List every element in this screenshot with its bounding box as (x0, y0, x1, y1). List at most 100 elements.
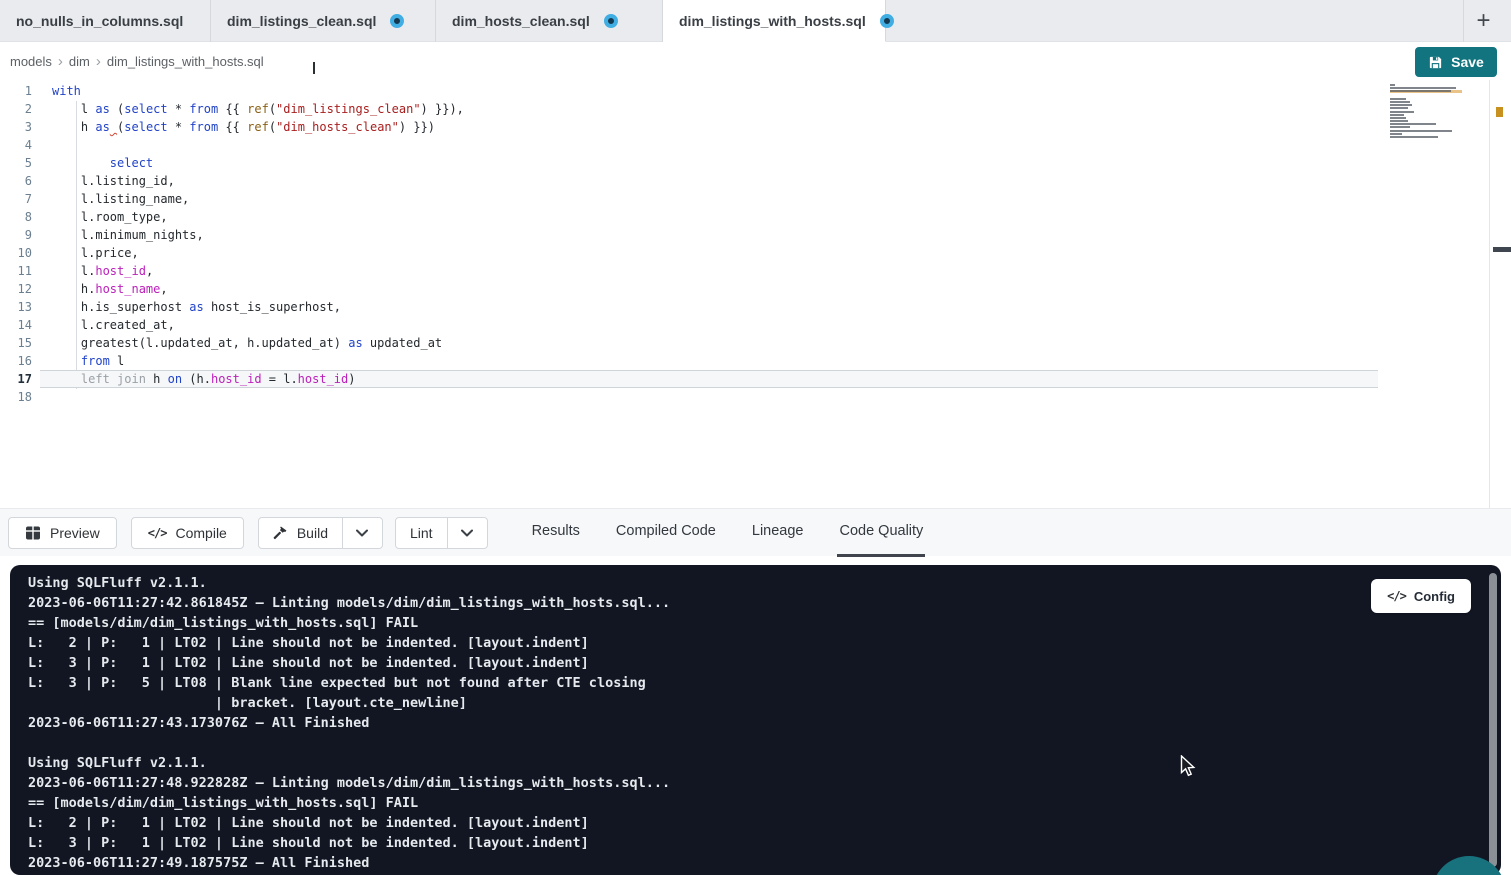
preview-button[interactable]: Preview (8, 517, 117, 549)
line-number: 3 (0, 118, 32, 136)
scroll-position-marker[interactable] (1493, 247, 1511, 252)
code-line[interactable]: select (40, 154, 1378, 172)
editor-code-lines: with l as (select * from {{ ref("dim_lis… (40, 82, 1378, 406)
breadcrumb-file[interactable]: dim_listings_with_hosts.sql (107, 54, 264, 69)
minimap-line (1390, 98, 1462, 100)
code-line[interactable]: h as (select * from {{ ref("dim_hosts_cl… (40, 118, 1378, 136)
minimap[interactable] (1390, 84, 1462, 142)
chevron-down-icon (356, 529, 368, 537)
minimap-line (1390, 101, 1462, 103)
tab-no-nulls-in-columns[interactable]: no_nulls_in_columns.sql (0, 0, 211, 42)
code-line[interactable]: l.host_id, (40, 262, 1378, 280)
breadcrumb-dim[interactable]: dim (69, 54, 90, 69)
tab-results[interactable]: Results (530, 509, 582, 557)
save-button[interactable]: Save (1415, 47, 1497, 77)
build-split-button: Build (258, 517, 383, 549)
code-line[interactable]: l as (select * from {{ ref("dim_listings… (40, 100, 1378, 118)
terminal-line: Using SQLFluff v2.1.1. (28, 573, 1501, 593)
terminal-line: L: 3 | P: 1 | LT02 | Line should not be … (28, 653, 1501, 673)
tab-label: dim_listings_with_hosts.sql (679, 13, 866, 29)
minimap-line (1390, 120, 1462, 122)
terminal-line: 2023-06-06T11:27:42.861845Z — Linting mo… (28, 593, 1501, 613)
code-line[interactable]: l.listing_id, (40, 172, 1378, 190)
code-line[interactable] (40, 388, 1378, 406)
lint-split-button: Lint (395, 517, 488, 549)
code-line[interactable] (40, 136, 1378, 154)
line-number: 2 (0, 100, 32, 118)
table-icon (25, 525, 41, 541)
chevron-right-icon: › (96, 53, 101, 70)
terminal-line: 2023-06-06T11:27:48.922828Z — Linting mo… (28, 773, 1501, 793)
line-number: 6 (0, 172, 32, 190)
tab-bar-filler (886, 0, 1511, 41)
code-line[interactable]: l.price, (40, 244, 1378, 262)
code-line[interactable]: l.listing_name, (40, 190, 1378, 208)
code-icon: </> (1387, 589, 1406, 603)
minimap-line (1390, 117, 1462, 119)
minimap-line (1390, 114, 1462, 116)
tab-compiled-code[interactable]: Compiled Code (614, 509, 718, 557)
modified-indicator-icon[interactable] (604, 14, 618, 28)
tab-results-label: Results (532, 523, 580, 539)
minimap-line (1390, 107, 1462, 109)
tab-dim-hosts-clean[interactable]: dim_hosts_clean.sql (436, 0, 663, 42)
tab-label: dim_hosts_clean.sql (452, 13, 590, 29)
code-line[interactable]: l.created_at, (40, 316, 1378, 334)
line-number: 7 (0, 190, 32, 208)
terminal-line: L: 2 | P: 1 | LT02 | Line should not be … (28, 633, 1501, 653)
breadcrumb-models[interactable]: models (10, 54, 52, 69)
tab-label: dim_listings_clean.sql (227, 13, 376, 29)
minimap-line (1390, 123, 1462, 125)
terminal-line: == [models/dim/dim_listings_with_hosts.s… (28, 793, 1501, 813)
modified-indicator-icon[interactable] (390, 14, 404, 28)
save-button-label: Save (1451, 54, 1484, 70)
code-line[interactable]: l.minimum_nights, (40, 226, 1378, 244)
new-tab-button[interactable]: + (1463, 0, 1503, 42)
terminal-line: 2023-06-06T11:27:49.187575Z — All Finish… (28, 853, 1501, 873)
code-editor[interactable]: 123456789101112131415161718 with l as (s… (0, 80, 1511, 508)
compile-button[interactable]: </> Compile (131, 517, 244, 549)
code-line[interactable]: h.host_name, (40, 280, 1378, 298)
terminal-output: Using SQLFluff v2.1.1.2023-06-06T11:27:4… (28, 573, 1501, 873)
code-line[interactable]: from l (40, 352, 1378, 370)
code-line[interactable]: with (40, 82, 1378, 100)
tab-compiled-code-label: Compiled Code (616, 523, 716, 539)
config-button[interactable]: </> Config (1371, 579, 1471, 613)
minimap-line (1390, 87, 1462, 89)
floppy-disk-icon (1428, 55, 1443, 70)
line-number: 18 (0, 388, 32, 406)
minimap-line (1390, 139, 1462, 141)
line-number: 15 (0, 334, 32, 352)
editor-ruler-border (1489, 80, 1490, 508)
tab-lineage[interactable]: Lineage (750, 509, 806, 557)
code-line[interactable]: l.room_type, (40, 208, 1378, 226)
terminal-line: Using SQLFluff v2.1.1. (28, 753, 1501, 773)
tab-code-quality[interactable]: Code Quality (837, 509, 925, 557)
text-cursor (313, 62, 315, 74)
lint-label: Lint (410, 525, 433, 541)
chevron-right-icon: › (58, 53, 63, 70)
line-number: 9 (0, 226, 32, 244)
code-line[interactable]: h.is_superhost as host_is_superhost, (40, 298, 1378, 316)
tab-dim-listings-with-hosts[interactable]: dim_listings_with_hosts.sql (663, 0, 886, 42)
line-number: 14 (0, 316, 32, 334)
lint-button[interactable]: Lint (396, 518, 447, 548)
code-line[interactable]: greatest(l.updated_at, h.updated_at) as … (40, 334, 1378, 352)
tab-lineage-label: Lineage (752, 523, 804, 539)
tab-dim-listings-clean[interactable]: dim_listings_clean.sql (211, 0, 436, 42)
lint-warning-marker (1496, 107, 1503, 117)
minimap-line (1390, 126, 1462, 128)
terminal-line: 2023-06-06T11:27:43.173076Z — All Finish… (28, 713, 1501, 733)
file-tab-bar: no_nulls_in_columns.sql dim_listings_cle… (0, 0, 1511, 42)
lint-dropdown-toggle[interactable] (447, 518, 487, 548)
terminal-line: | bracket. [layout.cte_newline] (28, 693, 1501, 713)
build-dropdown-toggle[interactable] (342, 518, 382, 548)
code-line[interactable]: left join h on (h.host_id = l.host_id) (40, 370, 1378, 388)
minimap-line (1390, 136, 1462, 138)
build-button[interactable]: Build (259, 518, 342, 548)
terminal-line: L: 3 | P: 5 | LT08 | Blank line expected… (28, 673, 1501, 693)
terminal-scrollbar[interactable] (1489, 573, 1497, 867)
line-number: 11 (0, 262, 32, 280)
minimap-line (1390, 130, 1462, 132)
terminal-line (28, 733, 1501, 753)
